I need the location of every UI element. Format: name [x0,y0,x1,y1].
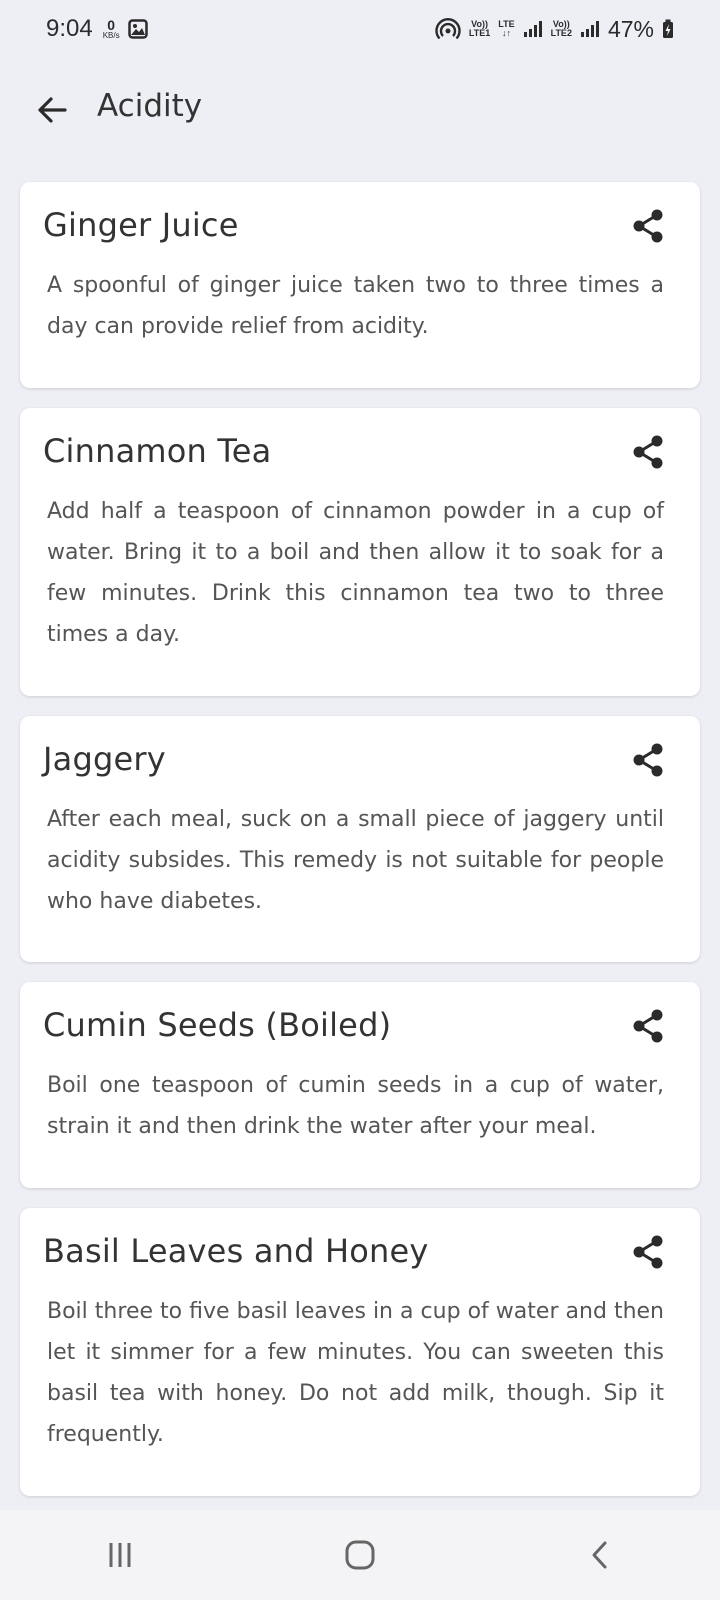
remedy-description: A spoonful of ginger juice taken two to … [47,273,664,339]
remedy-description: Add half a teaspoon of cinnamon powder i… [47,499,664,647]
page-title: Acidity [97,88,203,124]
recents-icon [109,1543,131,1567]
share-button[interactable] [626,204,670,248]
home-icon [345,1540,375,1570]
status-right: Vo)) LTE1 LTE ↓↑ Vo)) LTE2 47% [427,16,674,43]
back-button[interactable] [30,88,74,132]
share-icon [633,1009,663,1043]
hotspot-icon [435,18,461,40]
remedy-list[interactable]: Ginger Juice A spoonful of ginger juice … [20,182,700,1516]
nav-back-button[interactable] [560,1525,640,1585]
sim1-volte-indicator: Vo)) LTE1 [469,20,490,38]
system-navigation-bar [0,1510,720,1600]
remedy-title: Cumin Seeds (Boiled) [43,1006,392,1044]
lte-data-indicator: LTE ↓↑ [498,20,514,38]
sim2-lte-label: LTE2 [550,28,572,38]
share-icon [633,743,663,777]
home-button[interactable] [320,1525,400,1585]
remedy-title: Basil Leaves and Honey [43,1232,429,1270]
status-left: 9:04 0 KB/s [46,15,148,43]
network-speed: 0 KB/s [103,18,120,40]
share-icon [633,435,663,469]
sim2-volte-indicator: Vo)) LTE2 [551,20,572,38]
network-speed-value: 0 [107,17,116,33]
gallery-notification-icon [127,19,148,39]
status-time: 9:04 [46,15,93,42]
remedy-title: Jaggery [43,740,166,778]
battery-percentage: 47% [607,15,654,42]
remedy-card: Cinnamon Tea Add half a teaspoon of cinn… [20,408,700,696]
remedy-description: Boil three to five basil leaves in a cup… [47,1299,664,1447]
remedy-title: Ginger Juice [43,206,239,244]
share-button[interactable] [626,430,670,474]
share-icon [633,1235,663,1269]
sim1-lte-label: LTE1 [468,28,491,38]
signal-sim2-icon [580,20,600,38]
arrow-left-icon [38,97,67,123]
remedy-card: Ginger Juice A spoonful of ginger juice … [20,182,700,388]
signal-sim1-icon [523,20,543,38]
remedy-card: Cumin Seeds (Boiled) Boil one teaspoon o… [20,982,700,1188]
remedy-card: Basil Leaves and Honey Boil three to fiv… [20,1208,700,1496]
status-bar: 9:04 0 KB/s Vo)) LTE1 LTE ↓↑ Vo)) LTE2 4… [0,0,720,58]
remedy-card: Jaggery After each meal, suck on a small… [20,716,700,962]
remedy-title: Cinnamon Tea [43,432,272,470]
share-button[interactable] [626,1004,670,1048]
chevron-left-icon [592,1541,607,1569]
recents-button[interactable] [80,1525,160,1585]
remedy-description: After each meal, suck on a small piece o… [47,807,664,914]
share-button[interactable] [626,1230,670,1274]
battery-charging-icon [662,19,674,39]
share-button[interactable] [626,738,670,782]
app-bar: Acidity [0,70,720,150]
remedy-description: Boil one teaspoon of cumin seeds in a cu… [47,1073,664,1139]
data-arrows-label: ↓↑ [501,28,511,38]
share-icon [633,209,663,243]
network-speed-unit: KB/s [102,31,120,40]
